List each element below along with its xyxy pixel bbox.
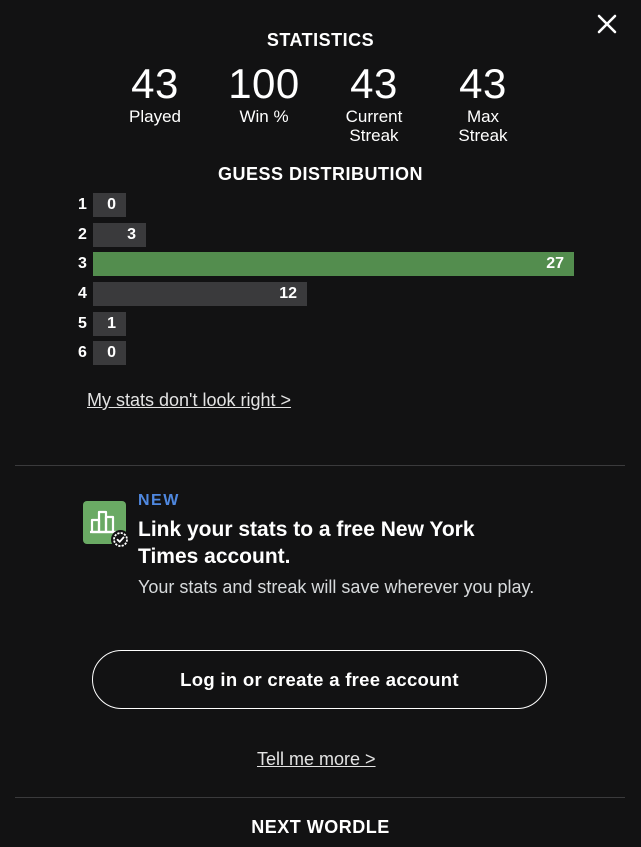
- stat-label: Max Streak: [458, 107, 508, 145]
- stat-win-percent: 100 Win %: [214, 60, 314, 127]
- next-wordle-title: NEXT WORDLE: [251, 817, 390, 837]
- distribution-bar: 27: [93, 252, 574, 276]
- distribution-bar: 1: [93, 312, 126, 336]
- stat-value: 43: [131, 60, 179, 107]
- guess-number: 3: [78, 255, 87, 272]
- distribution-row-2: 2 3: [76, 223, 596, 247]
- distribution-row-1: 1 0: [76, 193, 596, 217]
- promo-subtext: Your stats and streak will save wherever…: [138, 577, 535, 597]
- stat-value: 100: [228, 60, 300, 107]
- distribution-bar: 3: [93, 223, 146, 247]
- distribution-bar: 0: [93, 193, 126, 217]
- stat-value: 43: [459, 60, 507, 107]
- guess-distribution-title: GUESS DISTRIBUTION: [217, 164, 423, 184]
- stat-label: Current Streak: [345, 107, 403, 145]
- guess-number: 2: [78, 226, 87, 243]
- divider: [15, 797, 625, 798]
- tell-me-more-link[interactable]: Tell me more >: [257, 749, 376, 770]
- statistics-title: STATISTICS: [266, 30, 375, 50]
- distribution-row-4: 4 12: [76, 282, 596, 306]
- new-tag: NEW: [138, 492, 180, 509]
- distribution-row-6: 6 0: [76, 341, 596, 365]
- distribution-bar: 0: [93, 341, 126, 365]
- distribution-row-3: 3 27: [76, 252, 596, 276]
- guess-number: 5: [78, 315, 87, 332]
- stat-label: Win %: [239, 107, 289, 126]
- guess-number: 4: [78, 285, 87, 302]
- guess-number: 6: [78, 344, 87, 361]
- distribution-bar: 12: [93, 282, 307, 306]
- stat-max-streak: 43 Max Streak: [433, 60, 533, 146]
- promo-heading: Link your stats to a free New York Times…: [138, 518, 475, 568]
- divider: [15, 465, 625, 466]
- stats-dont-look-right-link[interactable]: My stats don't look right >: [87, 390, 291, 411]
- verified-check-icon: [111, 530, 130, 549]
- stat-current-streak: 43 Current Streak: [324, 60, 424, 146]
- login-button[interactable]: Log in or create a free account: [92, 650, 547, 709]
- stat-label: Played: [129, 107, 181, 126]
- guess-number: 1: [78, 196, 87, 213]
- distribution-row-5: 5 1: [76, 312, 596, 336]
- stat-value: 43: [350, 60, 398, 107]
- stat-played: 43 Played: [105, 60, 205, 127]
